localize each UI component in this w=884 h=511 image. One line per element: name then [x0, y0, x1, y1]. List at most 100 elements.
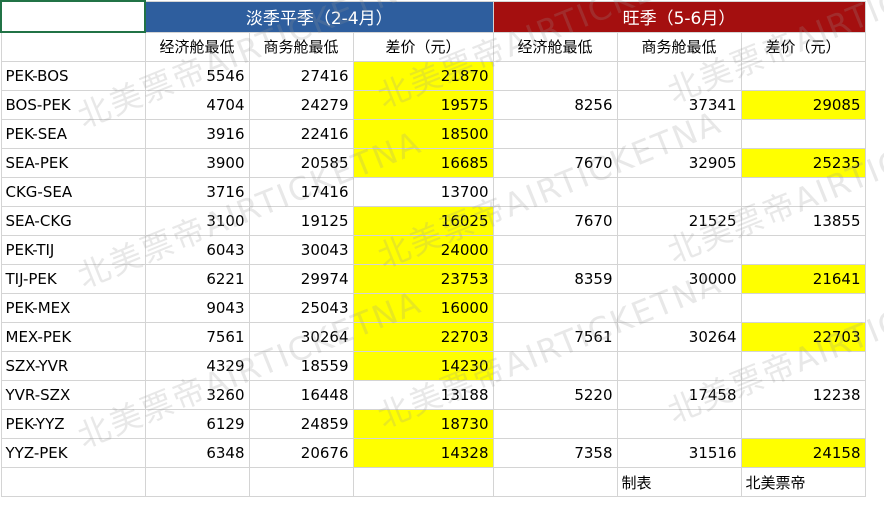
- peak-economy-cell[interactable]: [492, 235, 618, 265]
- peak-business-cell[interactable]: [616, 119, 742, 149]
- off-economy-cell[interactable]: 9043: [144, 293, 250, 323]
- route-cell[interactable]: PEK-TIJ: [0, 235, 146, 265]
- off-economy-cell[interactable]: 7561: [144, 322, 250, 352]
- peak-diff-cell[interactable]: 25235: [740, 148, 866, 178]
- off-business-cell[interactable]: 29974: [248, 264, 354, 294]
- route-cell[interactable]: PEK-SEA: [0, 119, 146, 149]
- route-cell[interactable]: MEX-PEK: [0, 322, 146, 352]
- peak-economy-cell[interactable]: [492, 119, 618, 149]
- header-off-diff[interactable]: 差价（元）: [352, 31, 494, 62]
- off-economy-cell[interactable]: 6129: [144, 409, 250, 439]
- header-peak-business[interactable]: 商务舱最低: [616, 31, 742, 62]
- peak-economy-cell[interactable]: 5220: [492, 380, 618, 410]
- peak-business-cell[interactable]: [616, 177, 742, 207]
- off-business-cell[interactable]: 25043: [248, 293, 354, 323]
- off-business-cell[interactable]: 30264: [248, 322, 354, 352]
- selected-cell[interactable]: [0, 0, 146, 33]
- empty-cell[interactable]: [248, 467, 354, 497]
- off-economy-cell[interactable]: 6348: [144, 438, 250, 468]
- off-economy-cell[interactable]: 6043: [144, 235, 250, 265]
- peak-diff-cell[interactable]: [740, 293, 866, 323]
- empty-cell[interactable]: [492, 467, 618, 497]
- peak-diff-cell[interactable]: [740, 351, 866, 381]
- peak-diff-cell[interactable]: [740, 177, 866, 207]
- peak-diff-cell[interactable]: [740, 61, 866, 91]
- off-economy-cell[interactable]: 5546: [144, 61, 250, 91]
- peak-business-cell[interactable]: [616, 409, 742, 439]
- off-diff-cell[interactable]: 13188: [352, 380, 494, 410]
- peak-economy-cell[interactable]: 7670: [492, 206, 618, 236]
- off-diff-cell[interactable]: 14328: [352, 438, 494, 468]
- empty-cell[interactable]: [0, 467, 146, 497]
- peak-economy-cell[interactable]: [492, 351, 618, 381]
- off-economy-cell[interactable]: 3260: [144, 380, 250, 410]
- peak-economy-cell[interactable]: 8359: [492, 264, 618, 294]
- route-cell[interactable]: PEK-BOS: [0, 61, 146, 91]
- off-diff-cell[interactable]: 16025: [352, 206, 494, 236]
- peak-business-cell[interactable]: [616, 235, 742, 265]
- route-cell[interactable]: SEA-PEK: [0, 148, 146, 178]
- off-business-cell[interactable]: 18559: [248, 351, 354, 381]
- route-cell[interactable]: SZX-YVR: [0, 351, 146, 381]
- off-economy-cell[interactable]: 3100: [144, 206, 250, 236]
- peak-economy-cell[interactable]: [492, 61, 618, 91]
- peak-business-cell[interactable]: [616, 351, 742, 381]
- peak-diff-cell[interactable]: 13855: [740, 206, 866, 236]
- maker-name[interactable]: 北美票帝: [740, 467, 866, 497]
- peak-diff-cell[interactable]: [740, 119, 866, 149]
- made-by-label[interactable]: 制表: [616, 467, 742, 497]
- peak-economy-cell[interactable]: [492, 293, 618, 323]
- off-diff-cell[interactable]: 19575: [352, 90, 494, 120]
- peak-business-cell[interactable]: 30000: [616, 264, 742, 294]
- off-business-cell[interactable]: 24279: [248, 90, 354, 120]
- peak-business-cell[interactable]: 31516: [616, 438, 742, 468]
- header-peak-economy[interactable]: 经济舱最低: [492, 31, 618, 62]
- route-cell[interactable]: CKG-SEA: [0, 177, 146, 207]
- route-cell[interactable]: PEK-MEX: [0, 293, 146, 323]
- route-cell[interactable]: YVR-SZX: [0, 380, 146, 410]
- header-peak-diff[interactable]: 差价（元）: [740, 31, 866, 62]
- off-season-title[interactable]: 淡季平季（2-4月）: [144, 0, 494, 33]
- off-diff-cell[interactable]: 18730: [352, 409, 494, 439]
- peak-diff-cell[interactable]: 29085: [740, 90, 866, 120]
- off-diff-cell[interactable]: 13700: [352, 177, 494, 207]
- peak-economy-cell[interactable]: 7561: [492, 322, 618, 352]
- peak-economy-cell[interactable]: [492, 409, 618, 439]
- off-diff-cell[interactable]: 16000: [352, 293, 494, 323]
- off-economy-cell[interactable]: 3916: [144, 119, 250, 149]
- peak-economy-cell[interactable]: [492, 177, 618, 207]
- peak-diff-cell[interactable]: 21641: [740, 264, 866, 294]
- off-diff-cell[interactable]: 21870: [352, 61, 494, 91]
- peak-business-cell[interactable]: 21525: [616, 206, 742, 236]
- off-diff-cell[interactable]: 18500: [352, 119, 494, 149]
- empty-cell[interactable]: [144, 467, 250, 497]
- peak-diff-cell[interactable]: 22703: [740, 322, 866, 352]
- off-economy-cell[interactable]: 6221: [144, 264, 250, 294]
- peak-economy-cell[interactable]: 8256: [492, 90, 618, 120]
- peak-diff-cell[interactable]: [740, 409, 866, 439]
- empty-cell[interactable]: [352, 467, 494, 497]
- header-off-business[interactable]: 商务舱最低: [248, 31, 354, 62]
- peak-economy-cell[interactable]: 7670: [492, 148, 618, 178]
- route-cell[interactable]: SEA-CKG: [0, 206, 146, 236]
- peak-economy-cell[interactable]: 7358: [492, 438, 618, 468]
- off-business-cell[interactable]: 17416: [248, 177, 354, 207]
- off-diff-cell[interactable]: 23753: [352, 264, 494, 294]
- peak-diff-cell[interactable]: [740, 235, 866, 265]
- off-diff-cell[interactable]: 16685: [352, 148, 494, 178]
- off-business-cell[interactable]: 30043: [248, 235, 354, 265]
- route-cell[interactable]: PEK-YYZ: [0, 409, 146, 439]
- off-business-cell[interactable]: 20585: [248, 148, 354, 178]
- off-economy-cell[interactable]: 3716: [144, 177, 250, 207]
- off-economy-cell[interactable]: 4704: [144, 90, 250, 120]
- off-business-cell[interactable]: 20676: [248, 438, 354, 468]
- route-cell[interactable]: BOS-PEK: [0, 90, 146, 120]
- peak-business-cell[interactable]: 37341: [616, 90, 742, 120]
- off-diff-cell[interactable]: 24000: [352, 235, 494, 265]
- off-economy-cell[interactable]: 3900: [144, 148, 250, 178]
- peak-business-cell[interactable]: [616, 61, 742, 91]
- header-empty-cell[interactable]: [0, 31, 146, 62]
- off-business-cell[interactable]: 22416: [248, 119, 354, 149]
- off-business-cell[interactable]: 16448: [248, 380, 354, 410]
- off-business-cell[interactable]: 19125: [248, 206, 354, 236]
